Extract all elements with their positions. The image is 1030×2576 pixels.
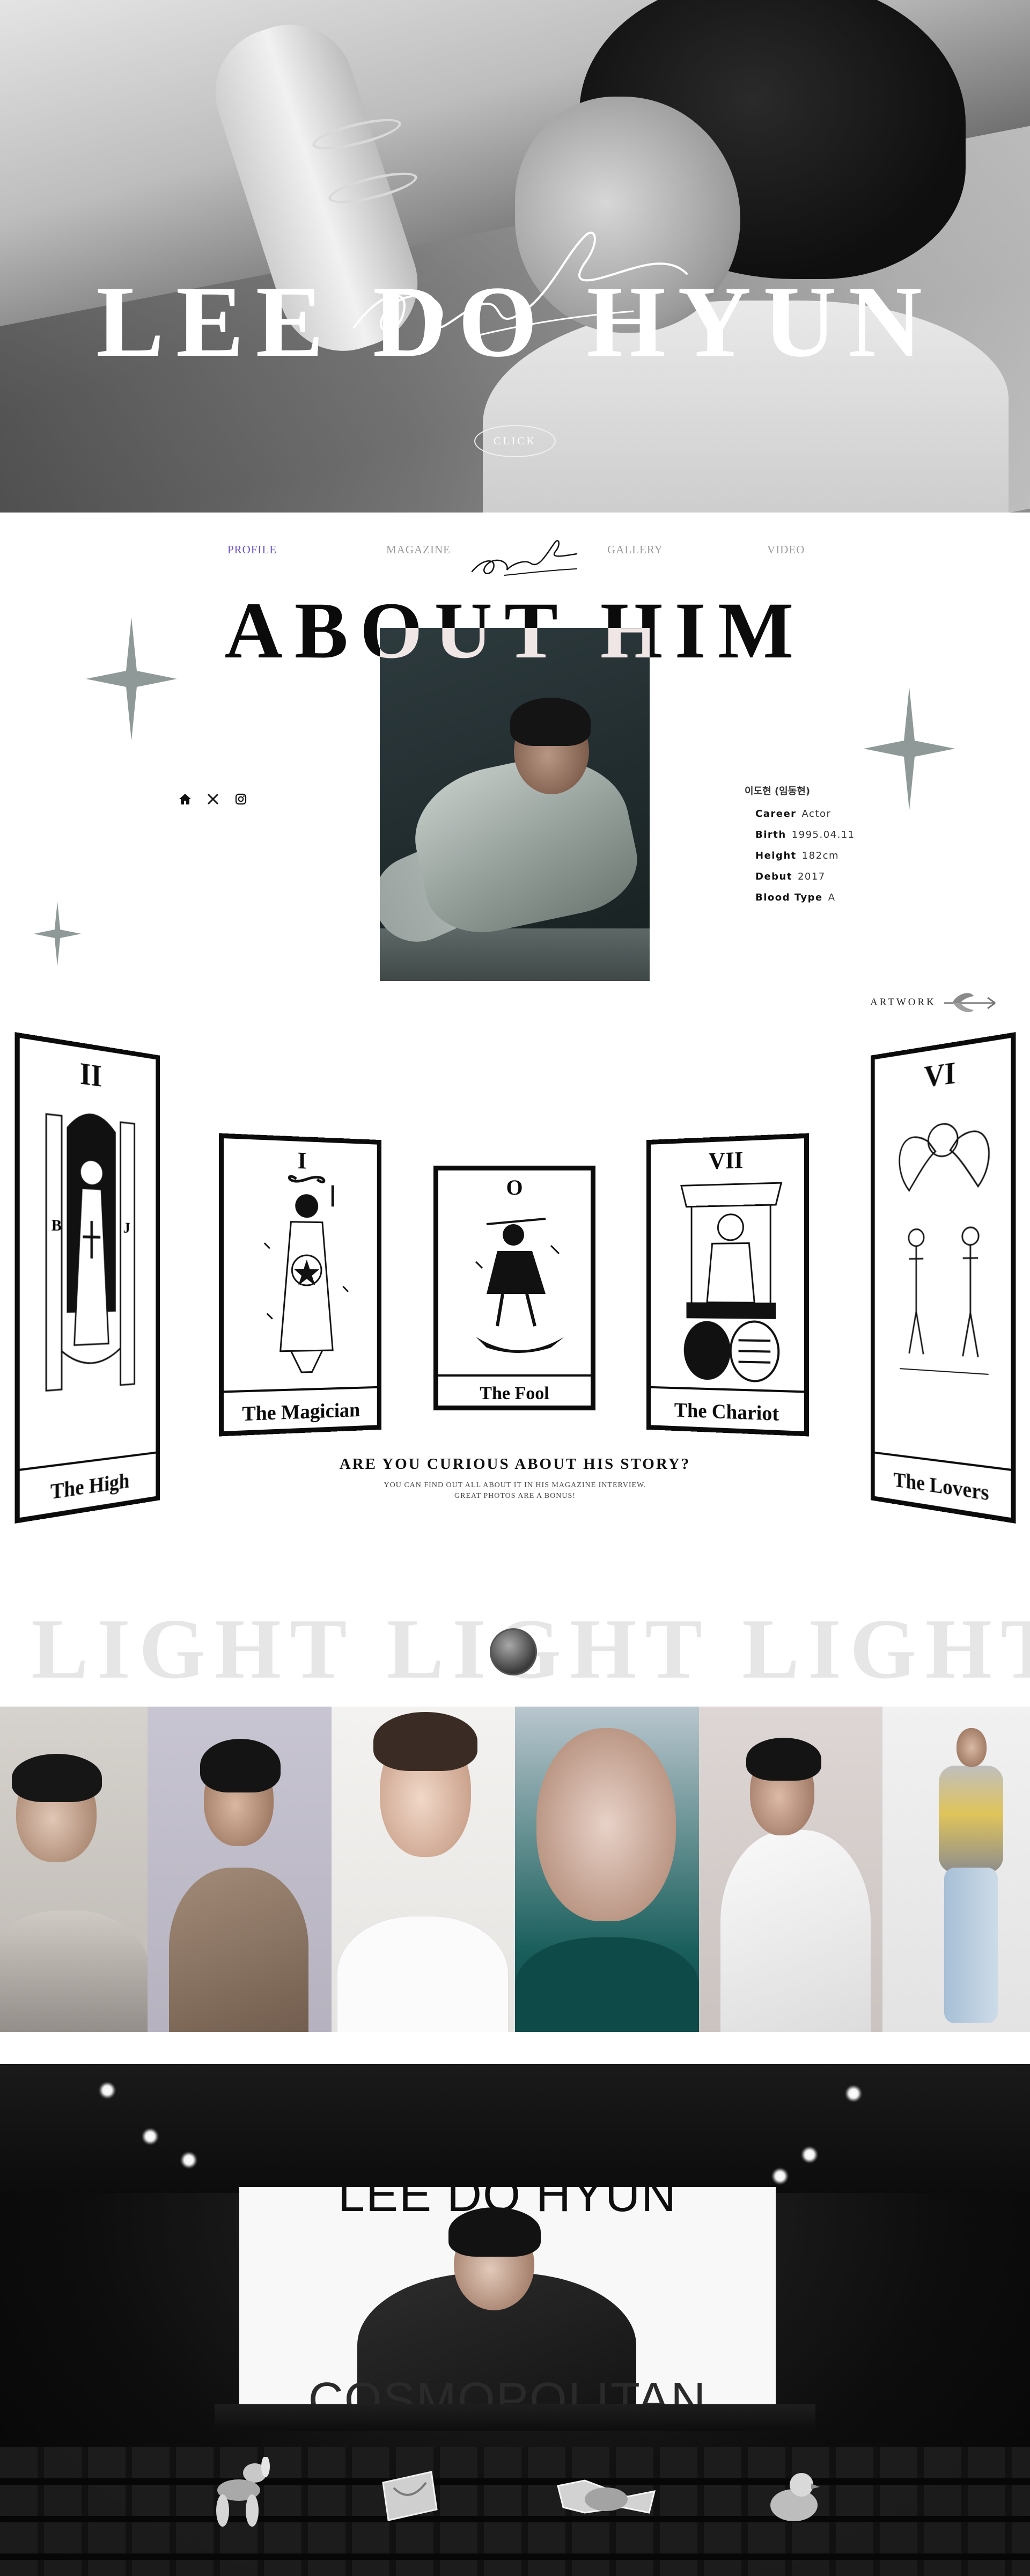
profile-name: 이도현 (임동현) [745, 786, 811, 797]
profile-value: 182cm [801, 850, 840, 861]
portrait-photo [380, 628, 650, 981]
svg-text:B: B [52, 1217, 62, 1235]
tarot-card[interactable]: VII The Chariot [646, 1133, 810, 1437]
gallery-photo[interactable] [699, 1707, 882, 2032]
photo-body [515, 1937, 699, 2032]
profile-info: 이도현 (임동현) Career Actor Birth 1995.04.11 He… [745, 784, 884, 913]
hero-section: LEE DO HYUN CLICK [0, 0, 1030, 513]
card-caption: The Magician [224, 1386, 377, 1437]
x-icon[interactable] [206, 792, 220, 806]
photo-head [957, 1728, 987, 1767]
photo-hair [200, 1739, 281, 1792]
profile-key: Blood Type [755, 892, 823, 903]
click-button[interactable]: CLICK [474, 425, 556, 457]
tarot-card[interactable]: I The Magician [218, 1133, 382, 1437]
nav-item-video[interactable]: VIDEO [767, 543, 805, 557]
artwork-link[interactable]: ARTWORK [870, 997, 936, 1008]
nav-item-gallery[interactable]: GALLERY [607, 543, 663, 557]
story-line: YOU CAN FIND OUT ALL ABOUT IT IN HIS MAG… [384, 1481, 646, 1489]
photo-hair [12, 1754, 102, 1802]
high-priestess-illustration: B J [41, 1091, 139, 1402]
home-icon[interactable] [178, 792, 192, 806]
profile-row: Blood Type A [755, 892, 884, 903]
chariot-illustration [671, 1172, 792, 1391]
winged-arrow-icon[interactable] [941, 990, 1000, 1016]
instagram-icon[interactable] [234, 792, 248, 806]
signature-icon [353, 231, 688, 339]
profile-value: Actor [801, 808, 832, 819]
cinema-seats [0, 2447, 1030, 2576]
photo-body [0, 1911, 148, 2032]
profile-key: Birth [755, 829, 786, 840]
gallery-photo[interactable] [515, 1707, 699, 2032]
screen-hair [448, 2207, 541, 2257]
spotlight-icon [180, 2151, 198, 2169]
spotlight-icon [771, 2167, 789, 2185]
gallery-photo[interactable] [882, 1707, 1030, 2032]
profile-key: Height [755, 850, 797, 861]
profile-row: Birth 1995.04.11 [755, 829, 884, 840]
tarot-card[interactable]: VI The Lovers [871, 1032, 1016, 1524]
profile-row: Height 182cm [755, 850, 884, 861]
gallery-photo[interactable] [332, 1707, 515, 2032]
card-caption: The Chariot [651, 1386, 804, 1437]
card-number: II [79, 1055, 102, 1094]
svg-text:J: J [123, 1219, 130, 1236]
spotlight-icon [141, 2127, 159, 2146]
marquee-word: LIGHT [386, 1606, 711, 1692]
magician-illustration [254, 1172, 358, 1389]
chrome-duck-icon[interactable] [767, 2468, 821, 2523]
lovers-illustration [891, 1090, 999, 1403]
profile-value: 2017 [797, 871, 826, 882]
social-links [178, 792, 248, 806]
photo-head [536, 1728, 676, 1921]
gallery-photo[interactable] [0, 1707, 148, 2032]
marquee-word: LIGHT [31, 1606, 356, 1692]
profile-value: A [828, 892, 836, 903]
fool-illustration [475, 1218, 564, 1353]
logo-signature-icon[interactable] [467, 531, 585, 582]
photo-body [720, 1830, 871, 2032]
spotlight-icon [844, 2084, 863, 2103]
photo-legs [944, 1868, 998, 2023]
cinema-screen[interactable]: LEE DO HYUN COSMOPOLITAN [239, 2187, 776, 2412]
marquee-word: LIGHT [742, 1606, 1030, 1692]
tarot-card[interactable]: II B J The High Priestess [14, 1032, 160, 1524]
profile-value: 1995.04.11 [791, 829, 855, 840]
photo-body [169, 1868, 308, 2032]
gallery-photo[interactable] [148, 1707, 332, 2032]
nav-item-profile[interactable]: PROFILE [227, 543, 277, 557]
story-line: GREAT PHOTOS ARE A BONUS! [454, 1492, 576, 1500]
card-number: O [506, 1175, 523, 1199]
cinema-stage [215, 2404, 815, 2431]
spotlight-icon [98, 2081, 116, 2099]
balloon-dog-icon[interactable] [207, 2457, 276, 2532]
page: { "hero": {"title": "LEE DO HYUN", "butt… [0, 0, 1030, 2576]
photo-body [939, 1766, 1003, 1873]
photo-hair [373, 1712, 477, 1771]
profile-row: Career Actor [755, 808, 884, 819]
tarot-card[interactable]: O The Fool [433, 1166, 595, 1410]
story-title: ARE YOU CURIOUS ABOUT HIS STORY? [339, 1455, 691, 1473]
profile-key: Debut [755, 871, 792, 882]
foil-candy-icon[interactable] [553, 2464, 660, 2523]
photo-hair [746, 1738, 821, 1781]
foil-pillow-icon[interactable] [378, 2467, 442, 2526]
photo-gallery [0, 1707, 1030, 2032]
portrait-hair [510, 698, 591, 746]
badge-icon[interactable] [490, 1628, 537, 1675]
sparkle-star-icon [33, 902, 82, 966]
spotlight-icon [800, 2146, 819, 2164]
profile-key: Career [755, 808, 797, 819]
nav-item-magazine[interactable]: MAGAZINE [386, 543, 451, 557]
photo-body [337, 1916, 509, 2032]
card-caption: The Fool [438, 1374, 591, 1406]
card-number: I [297, 1147, 307, 1174]
profile-row: Debut 2017 [755, 871, 884, 882]
